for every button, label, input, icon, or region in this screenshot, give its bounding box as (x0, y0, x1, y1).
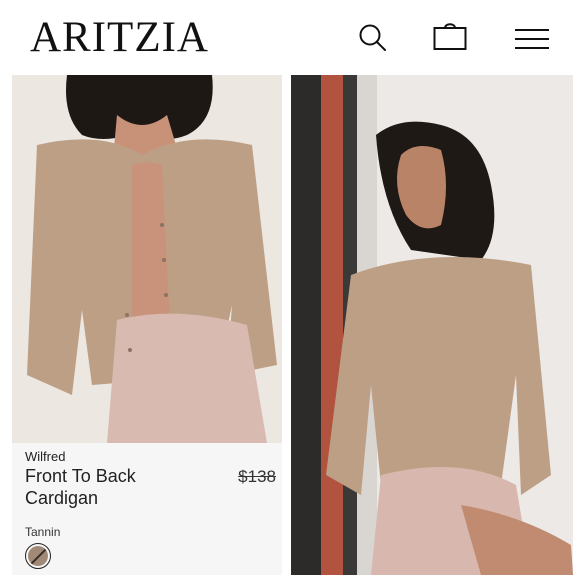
color-label: Tannin (25, 525, 61, 539)
swatch-fill (28, 546, 48, 566)
site-header: ARITZIA (0, 0, 580, 74)
product-info: Wilfred Front To Back Cardigan $138 Tann… (12, 443, 282, 575)
shopping-bag-icon (433, 23, 467, 50)
menu-button[interactable] (512, 18, 552, 58)
search-icon (359, 24, 386, 51)
product-image-front[interactable] (12, 75, 282, 443)
product-brand: Wilfred (25, 449, 66, 464)
product-image-back[interactable] (291, 75, 573, 575)
model-front-illustration (12, 75, 282, 443)
search-button[interactable] (353, 18, 393, 58)
aritzia-logo[interactable]: ARITZIA (30, 14, 209, 62)
hamburger-menu-icon (515, 29, 549, 49)
model-side-illustration (291, 75, 573, 575)
product-name[interactable]: Front To Back Cardigan (25, 465, 205, 509)
color-swatch-tannin[interactable] (25, 543, 51, 569)
shopping-bag-button[interactable] (430, 18, 470, 58)
product-price: $138 (238, 467, 276, 486)
